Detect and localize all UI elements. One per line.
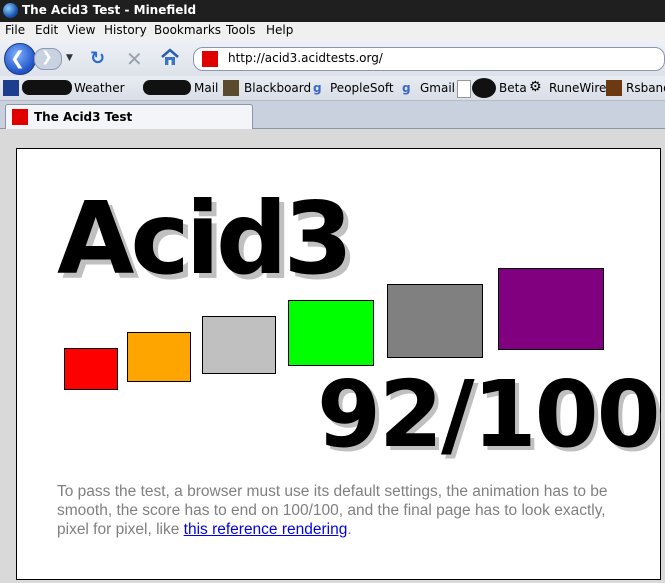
site-favicon-icon xyxy=(202,51,218,67)
title-bar: The Acid3 Test - Minefield xyxy=(0,0,665,22)
blackboard-icon xyxy=(223,80,239,96)
acid3-page: Acid3 92/100 To pass the test, a browser… xyxy=(16,148,661,580)
score: 92/100 xyxy=(317,361,661,468)
back-arrow-icon: ❮ xyxy=(10,48,26,69)
tab-label: The Acid3 Test xyxy=(34,110,133,124)
content-area: Acid3 92/100 To pass the test, a browser… xyxy=(0,129,665,583)
stop-icon[interactable]: ✕ xyxy=(126,47,143,71)
test-box-4 xyxy=(288,300,374,366)
menu-file[interactable]: File xyxy=(5,23,25,37)
bookmark-peoplesoft[interactable]: PeopleSoft xyxy=(330,81,394,95)
menu-bookmarks[interactable]: Bookmarks xyxy=(154,23,221,37)
twc-icon xyxy=(3,80,19,96)
reference-rendering-link[interactable]: this reference rendering xyxy=(184,521,348,538)
bookmark-runewire[interactable]: RuneWire xyxy=(549,81,606,95)
test-box-6 xyxy=(498,268,604,350)
reload-icon[interactable]: ↻ xyxy=(90,48,105,69)
tab-bar: The Acid3 Test xyxy=(0,101,665,129)
test-box-3 xyxy=(202,316,276,374)
instructions: To pass the test, a browser must use its… xyxy=(57,482,617,539)
rsband-icon xyxy=(606,80,622,96)
bookmark-weather[interactable]: Weather xyxy=(74,81,125,95)
url-text: http://acid3.acidtests.org/ xyxy=(228,51,383,65)
url-bar[interactable]: http://acid3.acidtests.org/ xyxy=(193,47,665,71)
test-box-5 xyxy=(387,284,483,358)
page-icon xyxy=(457,80,471,98)
menu-edit[interactable]: Edit xyxy=(35,23,58,37)
menu-help[interactable]: Help xyxy=(266,23,293,37)
forward-button[interactable]: ❯ xyxy=(34,48,62,70)
redacted-mark xyxy=(143,80,191,95)
bookmark-rsband[interactable]: Rsband xyxy=(626,81,665,95)
google-icon: g xyxy=(313,81,322,95)
menu-history[interactable]: History xyxy=(104,23,147,37)
minefield-app-icon xyxy=(3,3,18,18)
bookmark-gmail[interactable]: Gmail xyxy=(420,81,455,95)
back-button[interactable]: ❮ xyxy=(4,43,36,75)
test-box-1 xyxy=(64,348,118,390)
redacted-mark xyxy=(472,78,496,98)
menu-tools[interactable]: Tools xyxy=(226,23,256,37)
menu-view[interactable]: View xyxy=(67,23,95,37)
bookmarks-toolbar: Weather Mail Blackboard g PeopleSoft g G… xyxy=(0,76,665,101)
bookmark-beta[interactable]: Beta xyxy=(499,81,527,95)
history-dropdown-icon[interactable]: ▼ xyxy=(66,53,73,63)
menu-bar: File Edit View History Bookmarks Tools H… xyxy=(0,22,665,40)
bookmark-blackboard[interactable]: Blackboard xyxy=(244,81,311,95)
tab-acid3[interactable]: The Acid3 Test xyxy=(5,104,253,129)
bookmark-mail[interactable]: Mail xyxy=(194,81,218,95)
page-title: Acid3 xyxy=(57,180,353,297)
window-title: The Acid3 Test - Minefield xyxy=(22,3,197,17)
acid3-favicon-icon xyxy=(12,109,28,125)
redacted-mark xyxy=(22,80,72,95)
google-icon: g xyxy=(402,81,411,95)
home-icon[interactable] xyxy=(160,48,180,66)
navigation-toolbar: ❮ ❯ ▼ ↻ ✕ http://acid3.acidtests.org/ xyxy=(0,40,665,76)
instructions-end: . xyxy=(347,521,352,538)
gear-icon: ⚙ xyxy=(529,79,542,95)
forward-arrow-icon: ❯ xyxy=(41,49,53,65)
test-box-2 xyxy=(127,332,191,382)
